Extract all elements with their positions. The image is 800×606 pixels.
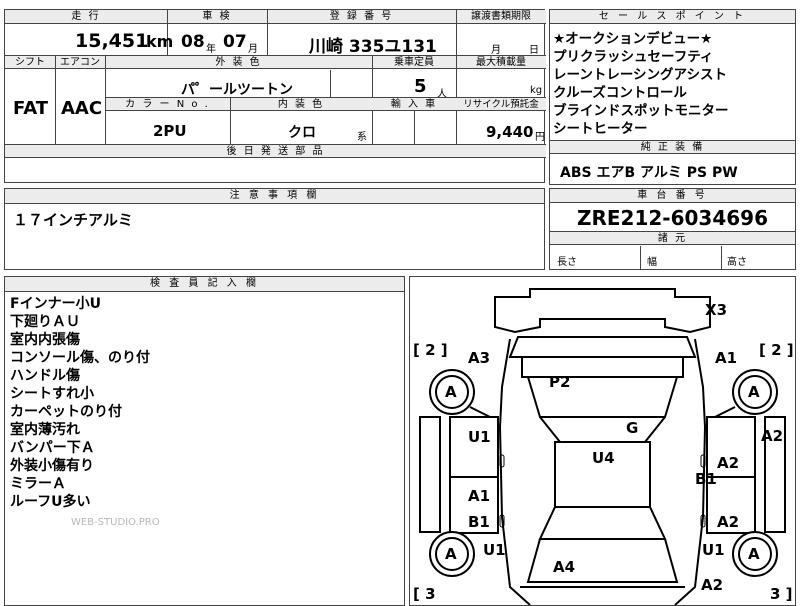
import-header: 輸 入 車 — [390, 99, 438, 110]
max-load-unit: kg — [530, 85, 543, 96]
rear-left-tire-bracket: [ 3 — [413, 585, 436, 603]
car-damage-diagram: [ 2 ] [ 2 ] [ 3 3 ] A A A A X3 A3 A1 P2 … — [409, 276, 796, 606]
inspector-header: 検 査 員 記 入 欄 — [5, 277, 404, 292]
sales-point-item: クルーズコントロール — [553, 85, 687, 101]
damage-code-a2-door: A2 — [717, 454, 740, 472]
damage-code-u1-rear-right: U1 — [702, 541, 725, 559]
mileage-value: 15,451 — [75, 30, 149, 52]
sales-point-item: プリクラッシュセーフティ — [553, 49, 714, 65]
mileage-header: 走 行 — [71, 11, 101, 22]
aircon-value: AAC — [61, 98, 103, 119]
damage-code-p2: P2 — [549, 373, 571, 391]
notes-header: 注 意 事 項 欄 — [5, 189, 544, 204]
inspector-note: ルーフU多い — [10, 494, 91, 510]
inspection-month: 07 — [223, 32, 247, 52]
inspection-year: 08 — [181, 32, 205, 52]
shift-value: FAT — [13, 98, 49, 119]
mileage-unit: km — [146, 32, 174, 51]
interior-color-value: クロ — [288, 125, 316, 141]
color-no-value: 2PU — [153, 122, 187, 140]
sales-point-item: ★オークションデビュー★ — [553, 31, 713, 47]
inspection-header: 車 検 — [202, 11, 232, 22]
width-label: 幅 — [647, 257, 657, 268]
front-right-tire-bracket: [ 2 ] — [759, 341, 794, 359]
transfer-month-unit: 月 — [491, 45, 501, 56]
watermark: WEB-STUDIO.PRO — [71, 517, 160, 528]
sales-points-panel: セ ー ル ス ポ イ ン ト ★オークションデビュー★ プリクラッシュセーフテ… — [549, 9, 796, 185]
inspector-note: 外装小傷有り — [10, 458, 94, 474]
shift-header: シフト — [15, 57, 45, 68]
sales-point-item: レーントレーシングアシスト — [553, 67, 728, 83]
notes-value: １７インチアルミ — [13, 211, 133, 229]
inspector-note: カーペットのり付 — [10, 404, 122, 420]
inspector-note: Fインナー小U — [10, 296, 101, 312]
equipment-header: 純 正 装 備 — [550, 141, 795, 154]
vehicle-info-table: 走 行 車 検 登 録 番 号 譲渡書類期限 15,451 km 08 年 07… — [4, 9, 546, 183]
exterior-color-header: 外 装 色 — [215, 57, 262, 68]
recycle-deposit-unit: 円 — [535, 132, 545, 143]
damage-code-g: G — [626, 419, 639, 437]
registration-header: 登 録 番 号 — [329, 11, 394, 22]
chassis-header: 車 台 番 号 — [550, 189, 795, 203]
inspector-note: 室内内張傷 — [10, 332, 80, 348]
height-label: 高さ — [727, 257, 747, 268]
later-parts-header: 後 日 発 送 部 品 — [5, 145, 546, 158]
aircon-header: エアコン — [60, 57, 100, 68]
max-load-header: 最大積載量 — [476, 57, 526, 68]
exterior-color-value: パ゜ールツートン — [181, 82, 293, 98]
damage-code-a1-rear-left: A1 — [468, 487, 491, 505]
recycle-deposit-header: リサイクル預託金 — [463, 99, 539, 110]
inspector-note: ミラーＡ — [10, 476, 66, 492]
wheel-front-left-label: A — [445, 383, 457, 401]
color-no-header: カ ラ ー N o . — [125, 99, 210, 110]
sales-points-list: ★オークションデビュー★ プリクラッシュセーフティ レーントレーシングアシスト … — [553, 30, 793, 138]
sales-point-item: ブラインドスポットモニター — [553, 103, 729, 119]
front-left-tire-bracket: [ 2 ] — [413, 341, 448, 359]
inspector-panel: 検 査 員 記 入 欄 Fインナー小U 下廻りＡＵ 室内内張傷 コンソール傷、の… — [4, 276, 405, 606]
sales-points-header: セ ー ル ス ポ イ ン ト — [550, 10, 795, 24]
inspector-note: シートすれ小 — [10, 386, 94, 402]
damage-code-u4: U4 — [592, 449, 615, 467]
damage-code-b1-right: B1 — [695, 470, 717, 488]
inspector-note: 下廻りＡＵ — [10, 314, 80, 330]
inspector-note: ハンドル傷 — [10, 368, 80, 384]
sales-point-item: シートヒーター — [553, 121, 648, 137]
damage-code-u1-rear-left: U1 — [483, 541, 506, 559]
wheel-rear-left-label: A — [445, 545, 457, 563]
inspector-notes-list: Fインナー小U 下廻りＡＵ 室内内張傷 コンソール傷、のり付 ハンドル傷 シート… — [10, 295, 400, 511]
inspection-month-unit: 月 — [248, 44, 258, 55]
chassis-number: ZRE212-6034696 — [576, 206, 769, 230]
chassis-panel: 車 台 番 号 ZRE212-6034696 諸 元 長さ 幅 高さ — [549, 188, 796, 270]
transfer-day-unit: 日 — [529, 45, 539, 56]
rear-right-tire-bracket: 3 ] — [770, 585, 793, 603]
damage-code-a2-bottom: A2 — [701, 576, 724, 594]
damage-code-a1-front: A1 — [715, 349, 738, 367]
damage-code-a2-right: A2 — [761, 427, 784, 445]
damage-code-a2-rear-right: A2 — [717, 513, 740, 531]
capacity-header: 乗車定員 — [394, 57, 434, 68]
damage-code-x3: X3 — [705, 301, 728, 319]
interior-color-unit: 系 — [357, 132, 367, 143]
wheel-front-right-label: A — [748, 383, 760, 401]
inspector-note: 室内薄汚れ — [10, 422, 80, 438]
equipment-value: ABS エアB アルミ PS PW — [560, 165, 738, 181]
damage-code-a3: A3 — [468, 349, 491, 367]
capacity-value: 5 — [414, 76, 427, 97]
damage-code-a4: A4 — [553, 558, 576, 576]
interior-color-header: 内 装 色 — [277, 99, 325, 110]
inspection-year-unit: 年 — [206, 44, 216, 55]
length-label: 長さ — [557, 257, 577, 268]
damage-code-b1-left: B1 — [468, 513, 490, 531]
registration-number: 川崎 335ユ131 — [309, 37, 437, 57]
inspector-note: バンパー下Ａ — [10, 440, 95, 456]
inspector-note: コンソール傷、のり付 — [10, 350, 150, 366]
wheel-rear-right-label: A — [748, 545, 760, 563]
damage-code-u1-left: U1 — [468, 428, 491, 446]
dimensions-header: 諸 元 — [550, 232, 795, 245]
transfer-deadline-header: 譲渡書類期限 — [471, 11, 531, 22]
recycle-deposit-value: 9,440 — [486, 123, 534, 141]
notes-panel: 注 意 事 項 欄 １７インチアルミ — [4, 188, 545, 270]
